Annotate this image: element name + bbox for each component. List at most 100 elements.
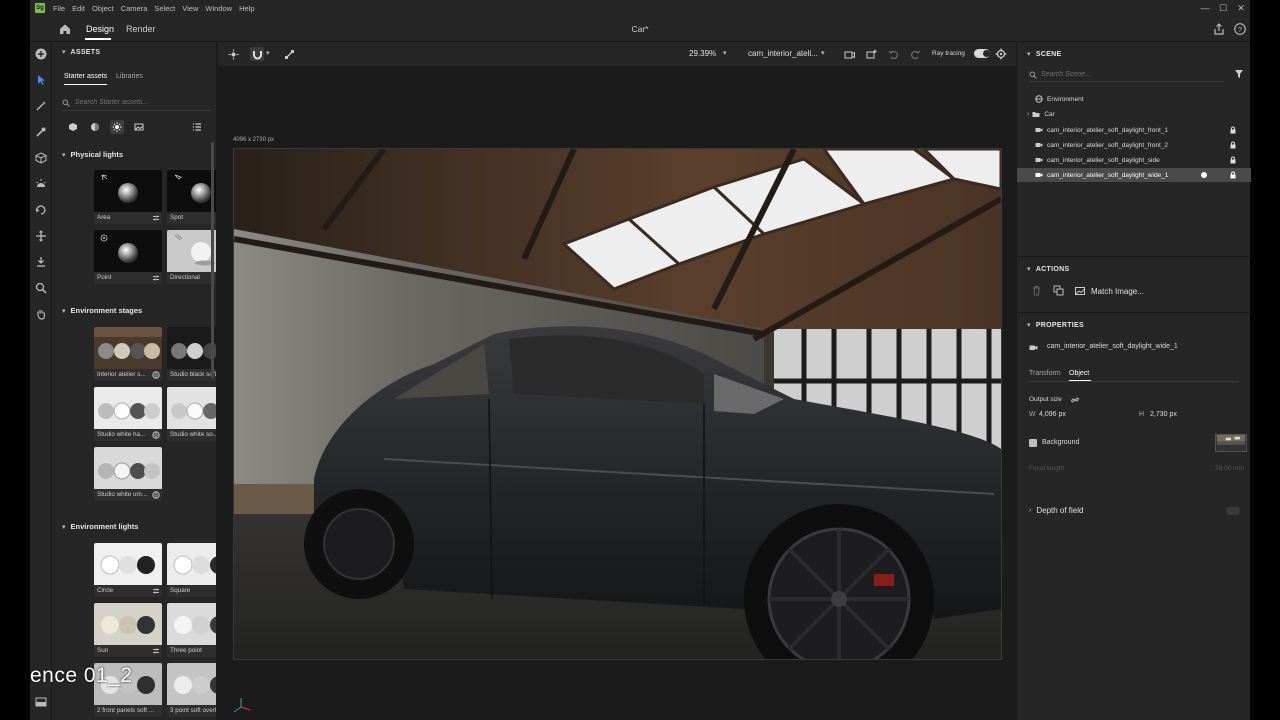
tab-starter-assets[interactable]: Starter assets (64, 73, 107, 80)
tab-render[interactable]: Render (126, 24, 156, 34)
settings-icon[interactable] (152, 274, 160, 282)
menu-window[interactable]: Window (205, 4, 232, 13)
assets-header[interactable]: ▾ ASSETS (62, 48, 100, 57)
select-tool-icon[interactable] (34, 73, 48, 87)
actions-header[interactable]: ▾ ACTIONS (1027, 265, 1069, 274)
scene-item-camera[interactable]: cam_interior_atelier_soft_daylight_front… (1017, 123, 1251, 137)
close-button[interactable]: ✕ (1232, 3, 1250, 14)
scene-item-camera[interactable]: cam_interior_atelier_soft_daylight_side (1017, 153, 1251, 167)
materials-filter-icon[interactable] (88, 120, 102, 134)
menu-help[interactable]: Help (239, 4, 254, 13)
scene-item-camera[interactable]: cam_interior_atelier_soft_daylight_front… (1017, 138, 1251, 152)
asset-stage-studio-black[interactable]: Studio black soft... (167, 327, 216, 381)
chevron-down-icon[interactable]: ▾ (723, 49, 727, 57)
tab-object[interactable]: Object (1069, 370, 1089, 377)
lock-icon[interactable] (1229, 141, 1237, 149)
move-icon[interactable] (34, 229, 48, 243)
tab-design[interactable]: Design (86, 24, 114, 34)
cube-icon[interactable] (34, 151, 48, 165)
filter-icon[interactable] (1234, 69, 1244, 79)
help-icon[interactable]: ? (1233, 22, 1247, 36)
scene-item-car[interactable]: › Car (1017, 107, 1251, 121)
trash-icon[interactable] (1031, 285, 1042, 296)
list-view-icon[interactable] (190, 120, 204, 134)
background-checkbox[interactable] (1029, 439, 1037, 447)
magnet-icon[interactable] (250, 47, 264, 61)
viewport[interactable]: 4096 x 2730 px (218, 66, 1016, 720)
environment-stages-header[interactable]: ▾ Environment stages (62, 306, 142, 315)
menu-view[interactable]: View (182, 4, 198, 13)
height-value[interactable]: 2,730 px (1150, 411, 1177, 418)
menu-object[interactable]: Object (92, 4, 114, 13)
depth-of-field-toggle[interactable] (1226, 507, 1240, 515)
asset-envlight-square[interactable]: Square (167, 543, 216, 597)
maximize-button[interactable]: ☐ (1214, 3, 1232, 14)
eyedropper-icon[interactable] (34, 125, 48, 139)
add-icon[interactable] (34, 47, 48, 61)
redo-camera-icon[interactable] (908, 47, 922, 61)
settings-icon[interactable] (152, 587, 160, 595)
menu-file[interactable]: File (53, 4, 65, 13)
camera-add-icon[interactable] (864, 47, 878, 61)
asset-search-input[interactable] (75, 99, 205, 106)
asset-directional-light[interactable]: Directional (167, 230, 216, 284)
properties-header[interactable]: ▾ PROPERTIES (1027, 321, 1084, 330)
menu-select[interactable]: Select (154, 4, 175, 13)
globe-icon[interactable] (152, 371, 160, 379)
ray-tracing-toggle[interactable] (974, 49, 990, 58)
snap-icon[interactable] (282, 47, 296, 61)
asset-envlight-circle[interactable]: Circle (94, 543, 162, 597)
images-filter-icon[interactable] (132, 120, 146, 134)
background-thumbnail[interactable] (1215, 434, 1247, 452)
minimize-button[interactable]: — (1196, 3, 1214, 13)
orbit-icon[interactable] (34, 203, 48, 217)
undo-camera-icon[interactable] (886, 47, 900, 61)
asset-stage-studio-white-hard[interactable]: Studio white ha... (94, 387, 162, 441)
models-filter-icon[interactable] (66, 120, 80, 134)
scene-item-camera-selected[interactable]: cam_interior_atelier_soft_daylight_wide_… (1017, 168, 1251, 182)
render-preview[interactable] (233, 148, 1002, 660)
add-camera-icon[interactable] (226, 47, 240, 61)
zoom-icon[interactable] (34, 281, 48, 295)
light-icon[interactable] (34, 177, 48, 191)
globe-icon[interactable] (152, 491, 160, 499)
asset-envlight-3-point-soft[interactable]: 3 point soft overhe... (167, 663, 216, 717)
lock-icon[interactable] (1229, 126, 1237, 134)
asset-envlight-three-point[interactable]: Three point (167, 603, 216, 657)
lights-filter-icon[interactable] (110, 120, 124, 134)
duplicate-icon[interactable] (1053, 285, 1064, 296)
home-icon[interactable] (58, 22, 72, 36)
globe-icon[interactable] (152, 431, 160, 439)
lock-icon[interactable] (1229, 156, 1237, 164)
depth-of-field-header[interactable]: › Depth of field (1029, 506, 1083, 515)
asset-stage-interior-atelier[interactable]: Interior atelier s... (94, 327, 162, 381)
scene-header[interactable]: ▾ SCENE (1027, 50, 1061, 59)
menu-camera[interactable]: Camera (121, 4, 148, 13)
asset-area-light[interactable]: Area (94, 170, 162, 224)
settings-icon[interactable] (152, 214, 160, 222)
magic-wand-icon[interactable] (34, 99, 48, 113)
asset-stage-studio-white-soft[interactable]: Studio white so... (167, 387, 216, 441)
chevron-right-icon[interactable]: › (1027, 111, 1029, 118)
drop-to-ground-icon[interactable] (34, 255, 48, 269)
link-icon[interactable] (1071, 396, 1079, 404)
hand-icon[interactable] (34, 307, 48, 321)
asset-envlight-sun[interactable]: Sun (94, 603, 162, 657)
zoom-level[interactable]: 29.39% (689, 49, 716, 58)
width-value[interactable]: 4,096 px (1039, 411, 1066, 418)
scene-search-input[interactable] (1041, 71, 1201, 78)
asset-point-light[interactable]: Point (94, 230, 162, 284)
tab-transform[interactable]: Transform (1029, 370, 1061, 377)
share-icon[interactable] (1212, 22, 1226, 36)
scene-item-environment[interactable]: Environment (1017, 92, 1251, 106)
asset-spot-light[interactable]: Spot (167, 170, 216, 224)
asset-stage-studio-white-umbrella[interactable]: Studio white um... (94, 447, 162, 501)
assets-scrollbar[interactable] (211, 142, 214, 378)
match-image-button[interactable]: Match Image... (1075, 284, 1144, 298)
chevron-down-icon[interactable]: ▾ (266, 49, 270, 57)
environment-lights-header[interactable]: ▾ Environment lights (62, 522, 138, 531)
tab-libraries[interactable]: Libraries (116, 73, 143, 80)
camera-bookmark-icon[interactable] (842, 47, 856, 61)
chevron-down-icon[interactable]: ▾ (821, 49, 825, 57)
gear-icon[interactable] (994, 47, 1008, 61)
